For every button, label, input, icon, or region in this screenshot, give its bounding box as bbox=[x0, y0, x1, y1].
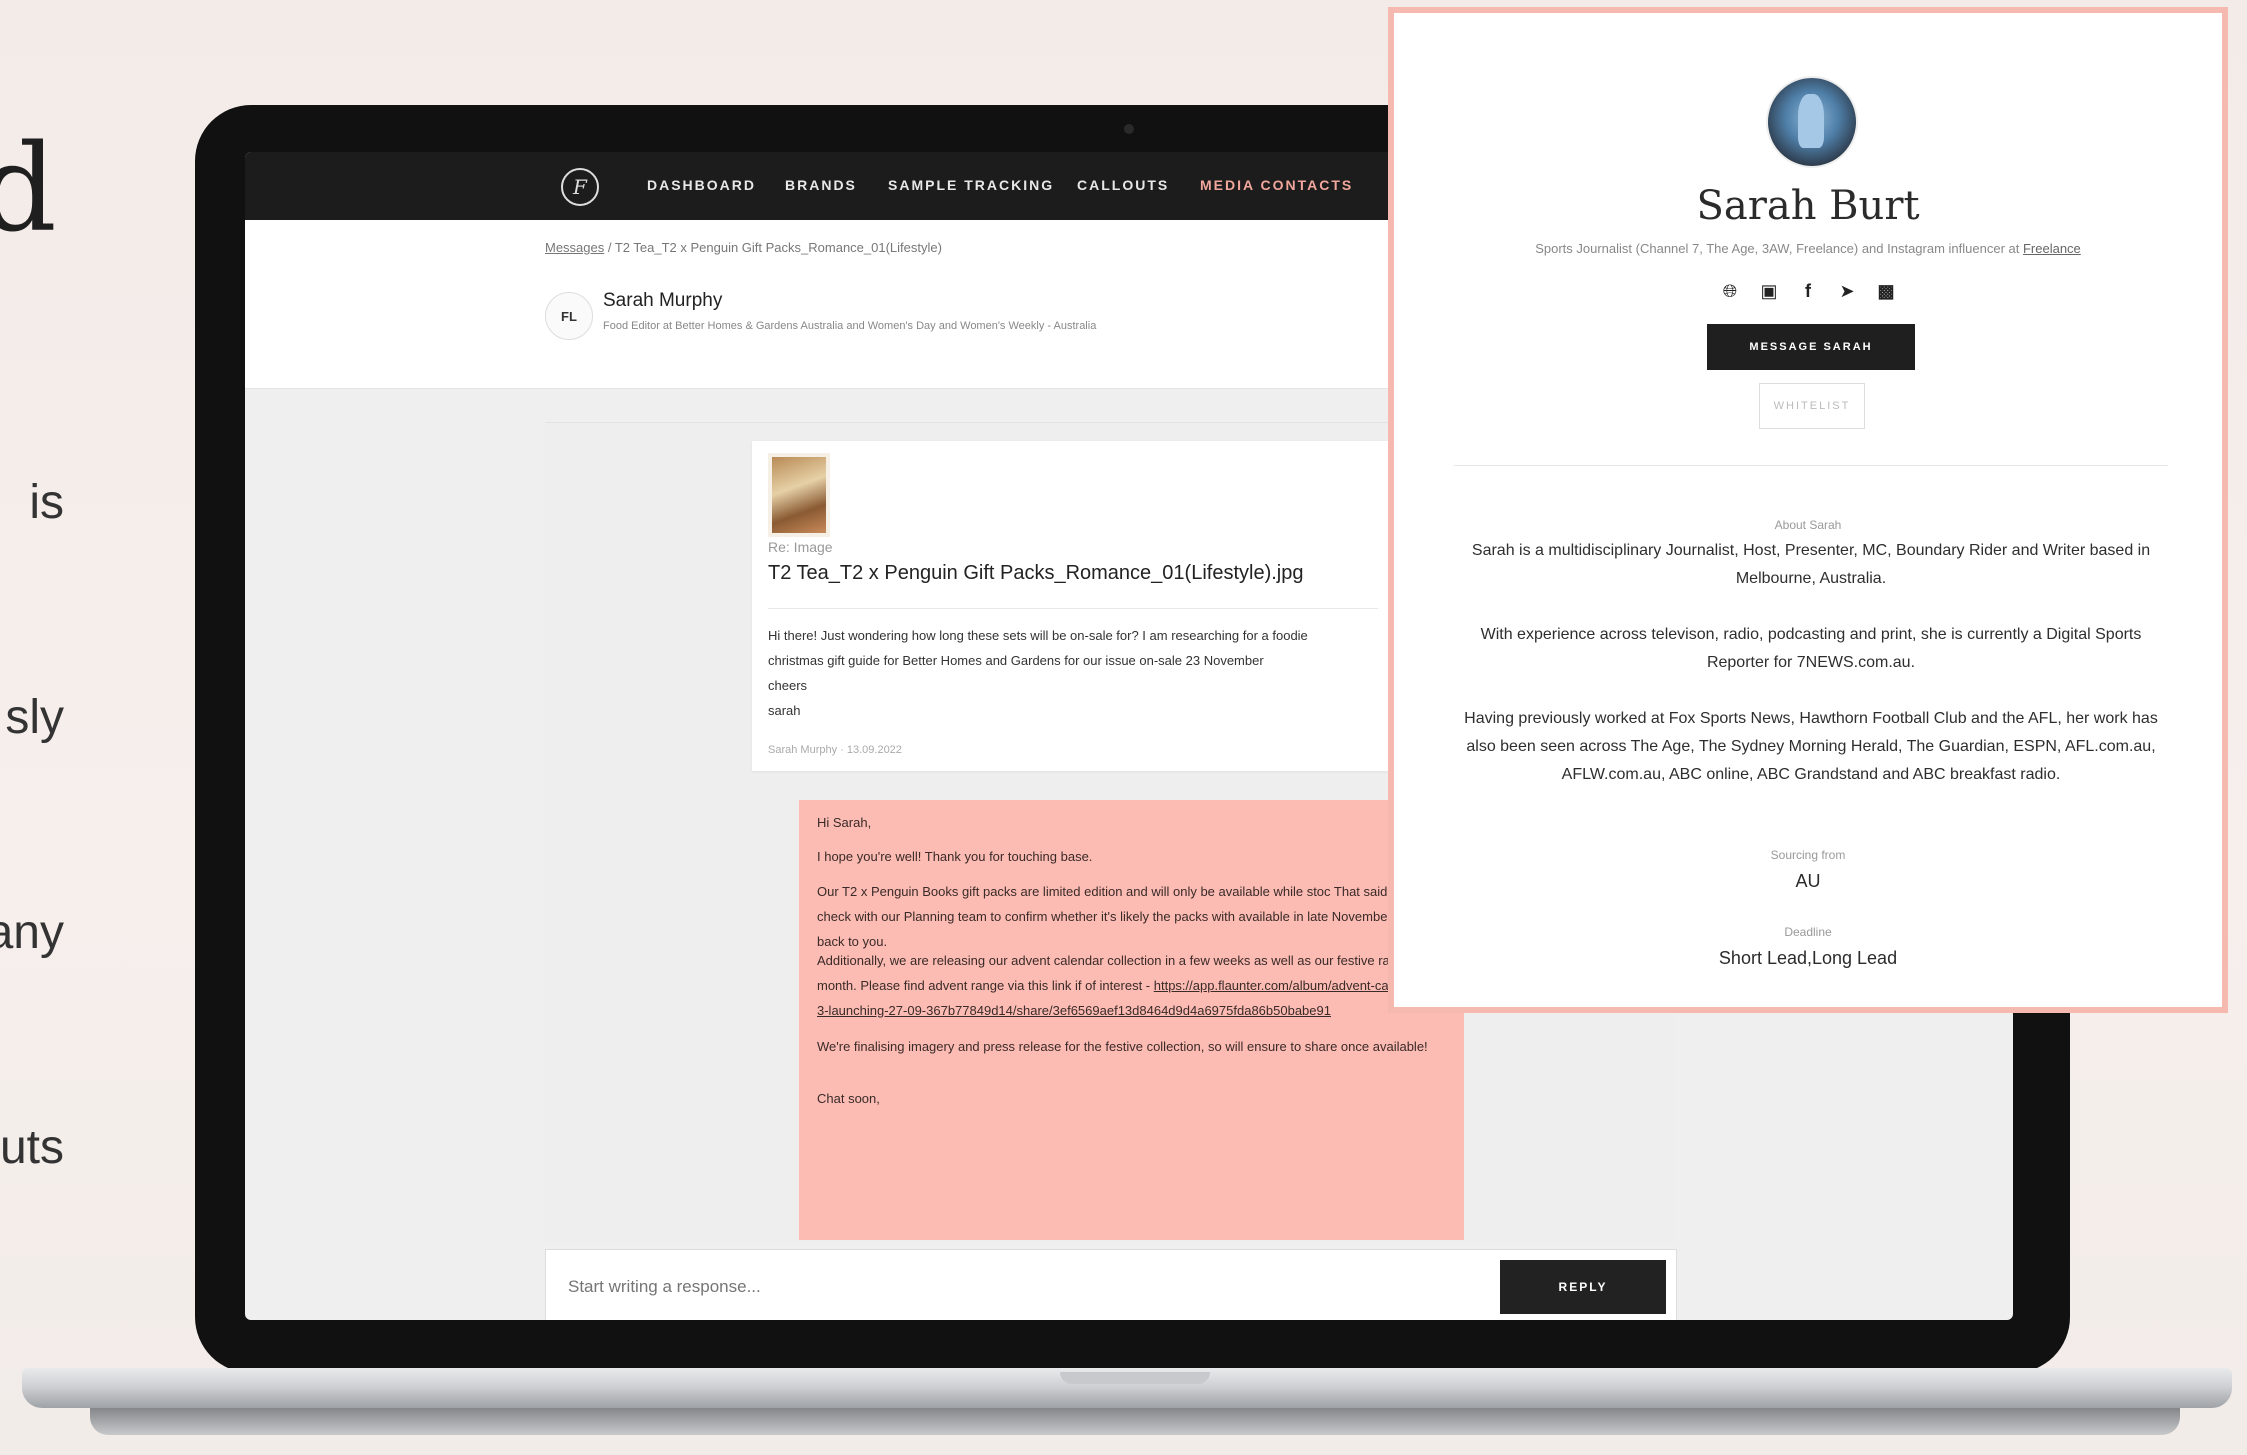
sourcing-label: Sourcing from bbox=[1770, 848, 1846, 862]
message-paragraph: I hope you're well! Thank you for touchi… bbox=[817, 849, 1093, 864]
breadcrumb-current: / T2 Tea_T2 x Penguin Gift Packs_Romance… bbox=[604, 240, 942, 255]
about-label: About Sarah bbox=[1774, 518, 1842, 532]
outgoing-message: Hi Sarah, I hope you're well! Thank you … bbox=[799, 800, 1464, 1240]
reply-context-label: Re: Image bbox=[768, 539, 833, 555]
message-line: sarah bbox=[768, 703, 801, 718]
heading-fragment: d bbox=[0, 120, 57, 259]
nav-media-contacts[interactable]: MEDIA CONTACTS bbox=[1200, 177, 1353, 193]
reply-button[interactable]: REPLY bbox=[1500, 1260, 1666, 1314]
social-links: 🌐︎ ▣ f ➤ ▩ bbox=[1394, 281, 2222, 302]
camera-dot bbox=[1124, 124, 1134, 134]
message-line: christmas gift guide for Better Homes an… bbox=[768, 653, 1264, 668]
message-body: Hi there! Just wondering how long these … bbox=[768, 623, 1378, 723]
incoming-message: Re: Image T2 Tea_T2 x Penguin Gift Packs… bbox=[752, 441, 1392, 771]
message-meta: Sarah Murphy · 13.09.2022 bbox=[768, 744, 902, 756]
globe-icon[interactable]: 🌐︎ bbox=[1719, 281, 1741, 302]
nav-sample-tracking[interactable]: SAMPLE TRACKING bbox=[888, 177, 1054, 193]
copy-fragment: is bbox=[29, 476, 64, 529]
instagram-icon[interactable]: ▣ bbox=[1758, 281, 1780, 302]
reply-input[interactable] bbox=[566, 1276, 1470, 1298]
brand-logo[interactable]: F bbox=[561, 168, 599, 206]
message-paragraph: Our T2 x Penguin Books gift packs are li… bbox=[817, 884, 1453, 949]
message-line: Hi there! Just wondering how long these … bbox=[768, 628, 1308, 643]
about-paragraph: With experience across televison, radio,… bbox=[1480, 626, 2142, 671]
nav-dashboard[interactable]: DASHBOARD bbox=[647, 177, 756, 193]
breadcrumb: Messages / T2 Tea_T2 x Penguin Gift Pack… bbox=[545, 240, 942, 255]
message-paragraph: Additionally, we are releasing our adven… bbox=[817, 948, 1457, 1023]
breadcrumb-messages-link[interactable]: Messages bbox=[545, 240, 604, 255]
nav-brands[interactable]: BRANDS bbox=[785, 177, 857, 193]
sourcing-value: AU bbox=[1795, 871, 1821, 891]
marketing-copy: d is sly any uts bbox=[0, 0, 120, 1300]
reply-composer: REPLY bbox=[545, 1249, 1677, 1320]
facebook-icon[interactable]: f bbox=[1797, 281, 1819, 302]
nav-callouts[interactable]: CALLOUTS bbox=[1077, 177, 1169, 193]
attachment-thumbnail[interactable] bbox=[768, 453, 830, 537]
contact-profile-card: Sarah Burt Sports Journalist (Channel 7,… bbox=[1388, 7, 2228, 1013]
message-line: cheers bbox=[768, 678, 808, 693]
profile-title-text: Sports Journalist (Channel 7, The Age, 3… bbox=[1535, 241, 2023, 256]
message-signoff: Chat soon, bbox=[817, 1091, 880, 1106]
message-contact-button[interactable]: MESSAGE SARAH bbox=[1707, 324, 1915, 370]
about-paragraph: Having previously worked at Fox Sports N… bbox=[1464, 710, 2158, 783]
linkedin-icon[interactable]: ▩ bbox=[1875, 281, 1897, 302]
message-paragraph: We're finalising imagery and press relea… bbox=[817, 1039, 1428, 1054]
whitelist-button[interactable]: WHITELIST bbox=[1759, 383, 1865, 429]
deadline-value: Short Lead,Long Lead bbox=[1718, 948, 1898, 968]
copy-fragment: any bbox=[0, 906, 64, 959]
copy-fragment: uts bbox=[0, 1121, 64, 1174]
laptop-notch bbox=[1060, 1372, 1210, 1384]
contact-name[interactable]: Sarah Murphy bbox=[603, 290, 722, 312]
divider bbox=[768, 608, 1378, 609]
contact-role: Food Editor at Better Homes & Gardens Au… bbox=[603, 320, 1097, 332]
copy-fragment: sly bbox=[5, 691, 64, 744]
attachment-filename[interactable]: T2 Tea_T2 x Penguin Gift Packs_Romance_0… bbox=[768, 562, 1303, 585]
deadline-label: Deadline bbox=[1784, 925, 1832, 939]
profile-employer-link[interactable]: Freelance bbox=[2023, 241, 2081, 256]
message-greeting: Hi Sarah, bbox=[817, 815, 872, 830]
about-paragraph: Sarah is a multidisciplinary Journalist,… bbox=[1471, 542, 2151, 587]
laptop-base-shadow bbox=[90, 1405, 2180, 1435]
twitter-icon[interactable]: ➤ bbox=[1836, 281, 1858, 302]
avatar bbox=[1766, 76, 1858, 168]
profile-name: Sarah Burt bbox=[1696, 183, 1920, 229]
divider bbox=[1454, 465, 2168, 466]
avatar: FL bbox=[545, 292, 593, 340]
profile-title: Sports Journalist (Channel 7, The Age, 3… bbox=[1394, 241, 2222, 256]
